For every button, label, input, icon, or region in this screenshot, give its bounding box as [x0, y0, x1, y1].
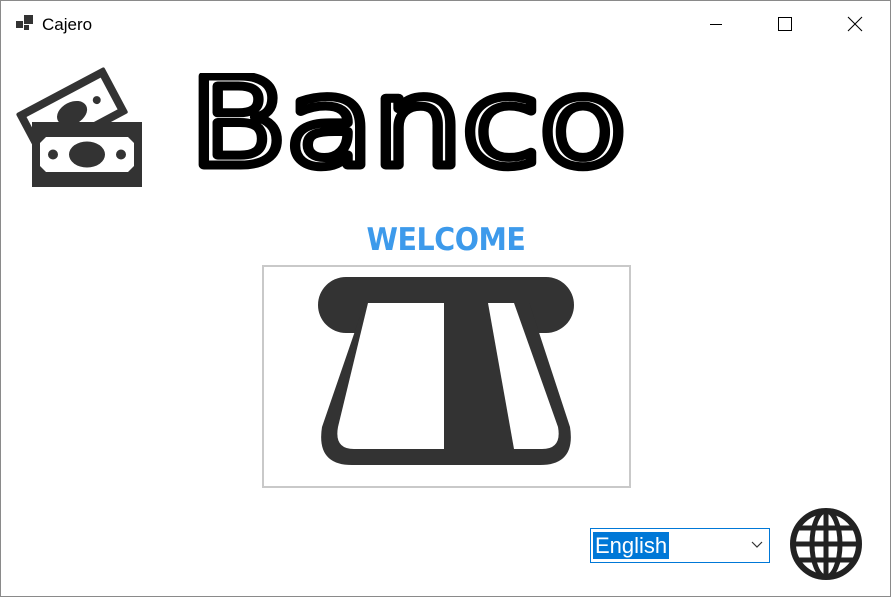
language-select[interactable]: English	[590, 528, 770, 563]
money-bills-icon	[16, 67, 142, 187]
maximize-icon	[778, 17, 792, 31]
bank-title: Banco	[190, 73, 630, 173]
maximize-button[interactable]	[750, 1, 820, 47]
chevron-down-icon[interactable]	[751, 541, 763, 549]
close-icon	[847, 16, 863, 32]
welcome-heading: WELCOME	[366, 222, 526, 258]
card-slot-icon	[318, 277, 574, 465]
minimize-icon	[710, 24, 722, 25]
app-window: Cajero Banco WELCOME English	[0, 0, 891, 597]
title-bar[interactable]: Cajero	[1, 1, 890, 47]
close-button[interactable]	[820, 1, 890, 47]
app-icon	[16, 15, 33, 30]
minimize-button[interactable]	[681, 1, 751, 47]
globe-icon[interactable]	[789, 507, 863, 581]
language-select-value: English	[593, 532, 670, 559]
bank-title-text: Banco	[190, 73, 626, 173]
window-title: Cajero	[42, 15, 93, 34]
